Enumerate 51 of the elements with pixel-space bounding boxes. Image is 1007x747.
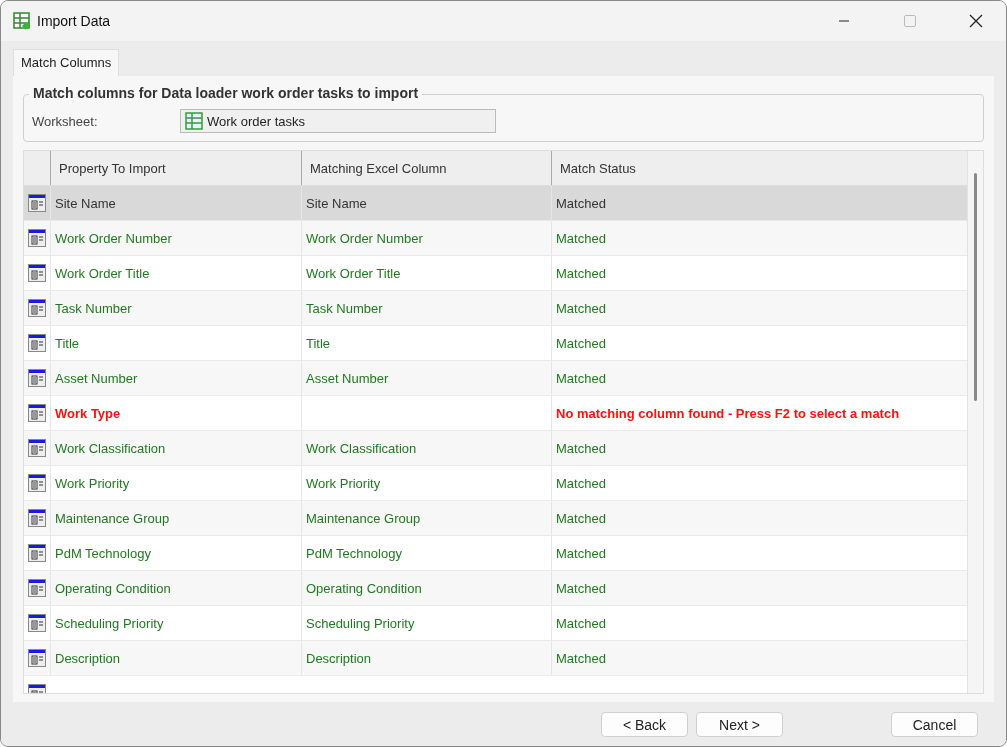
column-header[interactable]: Matching Excel Column [301,151,551,185]
table-row[interactable]: Work Classification Work Classification Matched [24,431,967,466]
table-row[interactable]: Description Description Matched [24,641,967,676]
table-cell: Work Priority [50,466,301,500]
nav-button[interactable]: Next > [696,712,783,737]
table-cell: Maintenance Group [50,501,301,535]
window-title: Import Data [37,13,112,29]
table-row[interactable]: Work Type No matching column found - Press F2 to select a match [24,396,967,431]
table-row[interactable]: Site Name Site Name Matched [24,186,967,221]
table-cell: Work Classification [50,431,301,465]
table-cell: Maintenance Group [301,501,551,535]
table-cell: Task Number [50,291,301,325]
worksheet-field[interactable]: Work order tasks [180,109,496,133]
table-cell: Work Order Number [301,221,551,255]
table-cell: Work Order Title [301,256,551,290]
table-row[interactable]: Operating Condition Operating Condition Matched [24,571,967,606]
column-header[interactable]: Property To Import [50,151,301,185]
table-cell: Site Name [50,186,301,220]
table-row[interactable]: Title Title Matched [24,326,967,361]
table-cell: Scheduling Priority [301,606,551,640]
table-cell: Operating Condition [50,571,301,605]
table-cell: Work Priority [301,466,551,500]
worksheet-label: Worksheet: [32,113,99,129]
table-cell: Scheduling Priority [50,606,301,640]
table-cell: Work Order Number [50,221,301,255]
table-row[interactable]: Asset Number Asset Number Matched [24,361,967,396]
tab[interactable]: Match Columns [13,49,120,76]
table-row[interactable]: Task Number Task Number Matched [24,291,967,326]
table-row[interactable]: Work Order Title Work Order Title Matched [24,256,967,291]
group-title: Match columns for Data loader work order tasks to import [29,85,423,101]
table-cell: Title [50,326,301,360]
table-cell: Description [50,641,301,675]
table-cell: PdM Technology [301,536,551,570]
table-row[interactable]: Work Priority Work Priority Matched [24,466,967,501]
table-cell: Work Classification [301,431,551,465]
table-cell: Operating Condition [301,571,551,605]
cancel-button[interactable]: Cancel [891,712,978,737]
table-cell: Task Number [301,291,551,325]
table-cell: Description [301,641,551,675]
table-cell: PdM Technology [50,536,301,570]
table-row[interactable]: Scheduling Priority Scheduling Priority Matched [24,606,967,641]
table-cell: Work Order Title [50,256,301,290]
table-cell: Title [301,326,551,360]
table-row[interactable]: PdM Technology PdM Technology Matched [24,536,967,571]
table-row[interactable]: Maintenance Group Maintenance Group Matched [24,501,967,536]
table-cell: Asset Number [301,361,551,395]
table-cell: Site Name [301,186,551,220]
table-cell: Work Type [50,396,301,430]
table-cell: Asset Number [50,361,301,395]
nav-button[interactable]: < Back [601,712,688,737]
table-row[interactable]: Work Order Number Work Order Number Matched [24,221,967,256]
